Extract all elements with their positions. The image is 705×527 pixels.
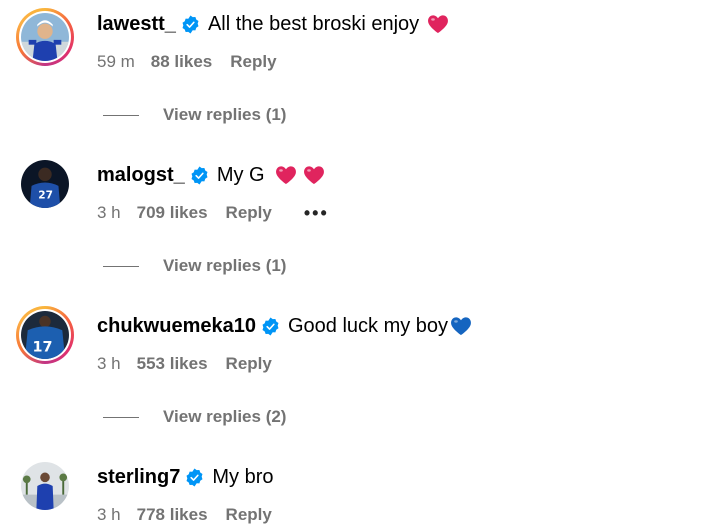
comment-body: malogst_ My G — [97, 160, 325, 190]
likes-count[interactable]: 553 likes — [137, 354, 208, 374]
avatar[interactable]: 27 — [16, 155, 74, 213]
replies-divider — [103, 114, 139, 116]
comment-meta: 3 h 778 likes Reply — [97, 503, 272, 527]
comment-body: sterling7 My bro — [97, 462, 273, 492]
avatar[interactable] — [16, 8, 74, 66]
red-heart-emoji-icon — [275, 166, 296, 185]
comment-username[interactable]: lawestt_ — [97, 13, 176, 36]
comment-time: 3 h — [97, 354, 121, 373]
reply-button[interactable]: Reply — [226, 505, 272, 525]
comment-body: lawestt_ All the best broski enjoy — [97, 9, 449, 39]
more-options-icon[interactable]: ••• — [304, 203, 329, 224]
comment-time: 59 m — [97, 52, 135, 71]
comment-username[interactable]: malogst_ — [97, 164, 185, 187]
view-replies-label: View replies (1) — [163, 256, 287, 275]
view-replies-label: View replies (1) — [163, 105, 287, 124]
replies-divider — [103, 416, 139, 418]
reply-button[interactable]: Reply — [226, 203, 272, 223]
view-replies-button[interactable]: View replies (1) — [103, 103, 286, 127]
comment-username[interactable]: chukwuemeka10 — [97, 315, 256, 338]
comment-body: chukwuemeka10 Good luck my boy — [97, 311, 472, 341]
view-replies-button[interactable]: View replies (2) — [103, 405, 286, 429]
comment-meta: 3 h 709 likes Reply ••• — [97, 201, 329, 225]
svg-text:17: 17 — [33, 339, 53, 355]
verified-badge-icon — [186, 467, 203, 487]
svg-text:27: 27 — [38, 189, 53, 201]
likes-count[interactable]: 88 likes — [151, 52, 212, 72]
comment-meta: 59 m 88 likes Reply — [97, 50, 277, 74]
comment-text: My G — [216, 163, 265, 186]
avatar-image: 17 — [21, 311, 69, 359]
avatar[interactable]: 17 — [16, 306, 74, 364]
red-heart-emoji-icon — [428, 15, 449, 34]
view-replies-label: View replies (2) — [163, 407, 287, 426]
verified-badge-icon — [182, 14, 199, 34]
avatar-image — [21, 13, 69, 61]
comment-meta: 3 h 553 likes Reply — [97, 352, 272, 376]
likes-count[interactable]: 709 likes — [137, 203, 208, 223]
likes-count[interactable]: 778 likes — [137, 505, 208, 525]
verified-badge-icon — [191, 165, 208, 185]
avatar-image — [21, 462, 69, 510]
replies-divider — [103, 265, 139, 267]
avatar[interactable] — [16, 457, 74, 515]
comment-time: 3 h — [97, 505, 121, 524]
red-heart-emoji-icon — [303, 166, 324, 185]
comment-text: My bro — [212, 465, 274, 488]
reply-button[interactable]: Reply — [230, 52, 276, 72]
view-replies-button[interactable]: View replies (1) — [103, 254, 286, 278]
reply-button[interactable]: Reply — [226, 354, 272, 374]
verified-badge-icon — [262, 316, 279, 336]
comment-time: 3 h — [97, 203, 121, 222]
comment-text: All the best broski enjoy — [207, 12, 420, 35]
blue-heart-emoji-icon — [451, 317, 472, 336]
avatar-image: 27 — [21, 160, 69, 208]
comment-username[interactable]: sterling7 — [97, 466, 180, 489]
comment-text: Good luck my boy — [287, 314, 449, 337]
